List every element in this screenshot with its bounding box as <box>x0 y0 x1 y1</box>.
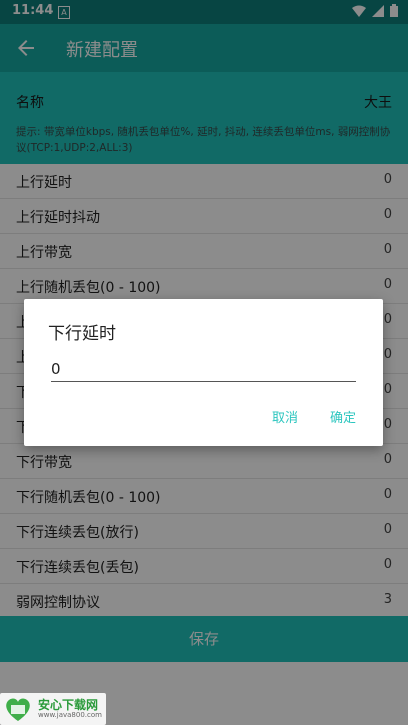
watermark: 安心下载网 www.java800.com <box>0 693 106 725</box>
cancel-button[interactable]: 取消 <box>272 407 298 426</box>
dialog-title: 下行延时 <box>48 324 116 344</box>
dialog-input[interactable] <box>51 357 356 382</box>
edit-dialog: 下行延时 取消 确定 <box>24 299 383 446</box>
watermark-url: www.java800.com <box>38 711 102 719</box>
watermark-logo-icon <box>6 698 30 721</box>
confirm-button[interactable]: 确定 <box>330 407 356 426</box>
